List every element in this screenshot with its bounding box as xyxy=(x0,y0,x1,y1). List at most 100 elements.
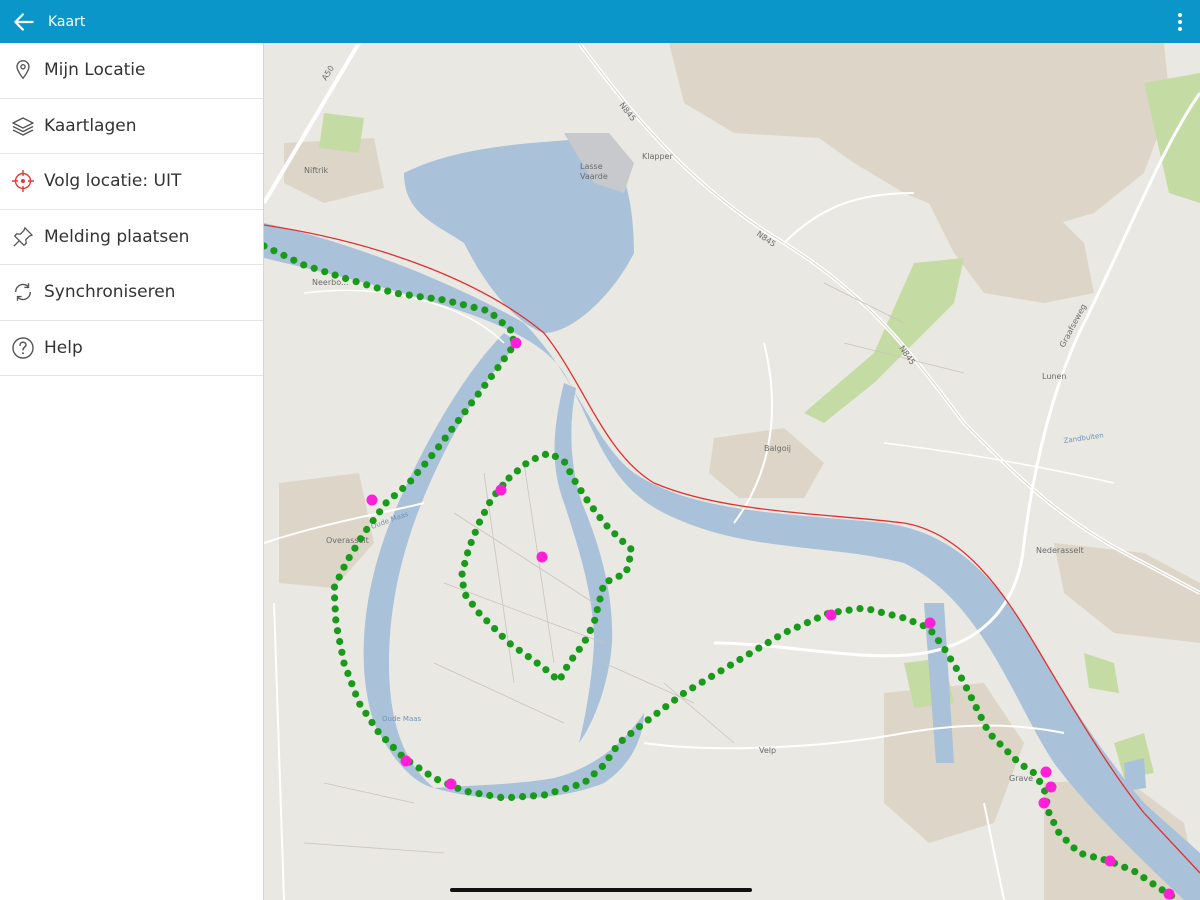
route-dot xyxy=(384,287,392,295)
route-dot xyxy=(352,690,360,698)
sidebar-item-kaartlagen[interactable]: Kaartlagen xyxy=(0,99,263,154)
sidebar-item-volg-locatie[interactable]: Volg locatie: UIT xyxy=(0,154,263,210)
route-dot xyxy=(331,605,339,613)
route-dot xyxy=(550,673,558,681)
route-dot xyxy=(611,530,619,538)
route-dot xyxy=(464,788,472,796)
route-dot xyxy=(813,614,822,622)
waypoint-marker[interactable] xyxy=(510,337,522,349)
route-dot xyxy=(569,654,577,662)
route-dot xyxy=(575,645,583,653)
route-dot xyxy=(394,290,402,298)
route-dot xyxy=(330,583,339,591)
waypoint-marker[interactable] xyxy=(536,551,548,563)
route-dot xyxy=(382,499,390,507)
route-dot xyxy=(290,256,298,264)
route-dot xyxy=(362,709,370,717)
route-dot xyxy=(421,460,429,468)
route-dot xyxy=(590,770,598,778)
route-dot xyxy=(529,792,538,800)
route-dot xyxy=(335,573,343,581)
waypoint-marker[interactable] xyxy=(1045,781,1057,793)
place-label-lasse: Lasse xyxy=(580,162,603,171)
route-dot xyxy=(376,508,384,516)
map-view[interactable]: Niftrik Neerbo... Balgoij Overasselt Ned… xyxy=(264,43,1200,900)
route-dot xyxy=(653,709,661,717)
route-dot xyxy=(462,591,470,600)
route-dot xyxy=(589,505,597,513)
help-icon xyxy=(10,335,36,361)
route-dot xyxy=(373,284,381,292)
route-dot xyxy=(414,468,422,477)
waypoint-marker[interactable] xyxy=(445,778,457,790)
waypoint-marker[interactable] xyxy=(495,484,507,496)
route-dot xyxy=(336,637,344,646)
route-dot xyxy=(415,764,423,772)
route-dot xyxy=(533,659,541,667)
route-dot xyxy=(708,672,716,681)
route-dot xyxy=(586,626,594,635)
route-dot xyxy=(468,600,476,608)
route-dot xyxy=(389,743,397,752)
layers-icon xyxy=(10,113,36,139)
sidebar-item-help[interactable]: Help xyxy=(0,321,263,376)
route-dot xyxy=(505,474,513,482)
sidebar-item-melding-plaatsen[interactable]: Melding plaatsen xyxy=(0,210,263,265)
waypoint-marker[interactable] xyxy=(366,494,378,506)
route-dot xyxy=(494,364,502,372)
route-dot xyxy=(611,745,619,753)
location-pin-icon xyxy=(10,57,36,83)
route-dot xyxy=(541,450,550,458)
route-dot xyxy=(551,452,559,460)
route-dot xyxy=(581,636,589,644)
route-dot xyxy=(368,718,376,727)
route-dot xyxy=(441,434,449,442)
route-dot xyxy=(363,525,371,534)
route-dot xyxy=(562,784,570,793)
route-dot xyxy=(461,559,469,568)
route-dot xyxy=(972,704,980,712)
route-dot xyxy=(459,581,467,589)
route-dot xyxy=(357,535,365,543)
route-dot xyxy=(340,659,348,667)
app-bar: Kaart xyxy=(0,0,1200,43)
route-dot xyxy=(332,616,340,624)
waypoint-marker[interactable] xyxy=(825,609,837,621)
route-dot xyxy=(481,381,489,389)
sidebar-item-label: Melding plaatsen xyxy=(44,226,190,247)
waypoint-marker[interactable] xyxy=(1038,797,1050,809)
back-button[interactable] xyxy=(0,0,48,43)
route-dot xyxy=(845,606,853,614)
route-dot xyxy=(461,408,469,416)
waypoint-marker[interactable] xyxy=(1163,888,1175,900)
water-label-oude-maas-south: Oude Maas xyxy=(382,715,422,723)
sidebar-item-mijn-locatie[interactable]: Mijn Locatie xyxy=(0,43,263,99)
back-arrow-icon xyxy=(14,12,34,31)
crosshair-icon xyxy=(10,168,36,194)
route-dot xyxy=(1045,809,1053,817)
waypoint-marker[interactable] xyxy=(400,755,412,767)
route-dot xyxy=(877,608,886,617)
route-dot xyxy=(438,296,446,304)
more-vert-icon xyxy=(1178,12,1182,31)
waypoint-marker[interactable] xyxy=(1104,855,1116,867)
route-dot xyxy=(1149,880,1157,888)
route-dot xyxy=(449,298,457,306)
route-dot xyxy=(331,594,339,602)
route-dot xyxy=(967,694,976,702)
sidebar-item-label: Kaartlagen xyxy=(44,115,137,136)
route-dot xyxy=(454,416,462,425)
route-dot xyxy=(513,467,521,475)
sidebar-item-synchroniseren[interactable]: Synchroniseren xyxy=(0,265,263,321)
route-dot xyxy=(996,740,1004,748)
route-dot xyxy=(618,736,626,745)
map-canvas[interactable]: Niftrik Neerbo... Balgoij Overasselt Ned… xyxy=(264,43,1200,900)
route-dot xyxy=(934,637,943,645)
home-indicator xyxy=(450,888,752,892)
overflow-menu-button[interactable] xyxy=(1168,0,1192,43)
waypoint-marker[interactable] xyxy=(1040,766,1052,778)
route-dot xyxy=(566,468,574,476)
route-dot xyxy=(627,729,635,738)
route-dot xyxy=(745,650,753,658)
waypoint-marker[interactable] xyxy=(924,617,936,629)
